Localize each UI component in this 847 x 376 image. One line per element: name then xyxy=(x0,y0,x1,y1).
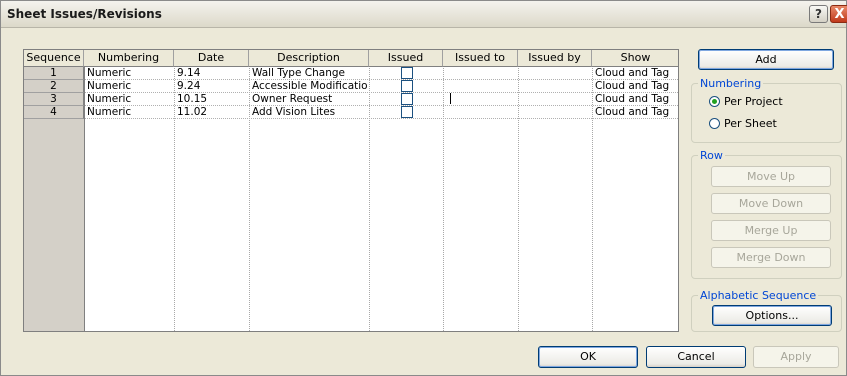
row-show[interactable]: Cloud and Tag xyxy=(595,93,678,105)
header-issued-to[interactable]: Issued to xyxy=(443,50,518,67)
row-issued-by[interactable] xyxy=(521,80,591,92)
header-date[interactable]: Date xyxy=(174,50,249,67)
move-down-button[interactable]: Move Down xyxy=(711,193,831,214)
ok-button[interactable]: OK xyxy=(538,346,638,368)
header-issued-by[interactable]: Issued by xyxy=(518,50,592,67)
add-button[interactable]: Add xyxy=(698,49,834,70)
apply-button[interactable]: Apply xyxy=(753,346,839,368)
add-button-label: Add xyxy=(755,53,777,66)
row-description[interactable]: Owner Request xyxy=(252,93,367,105)
row-sequence[interactable]: 3 xyxy=(24,93,84,106)
header-issued[interactable]: Issued xyxy=(369,50,443,67)
move-up-button[interactable]: Move Up xyxy=(711,166,831,187)
per-project-label: Per Project xyxy=(724,95,783,108)
numbering-legend: Numbering xyxy=(700,77,762,90)
issued-checkbox[interactable] xyxy=(401,80,413,92)
table-row[interactable]: 4 Numeric 11.02 Add Vision Lites Cloud a… xyxy=(24,106,678,119)
row-numbering[interactable]: Numeric xyxy=(87,106,173,118)
row-issued-to[interactable] xyxy=(446,93,516,105)
row-numbering[interactable]: Numeric xyxy=(87,80,173,92)
merge-up-button[interactable]: Merge Up xyxy=(711,220,831,241)
issued-checkbox[interactable] xyxy=(401,67,413,79)
row-description[interactable]: Wall Type Change xyxy=(252,67,367,79)
row-numbering[interactable]: Numeric xyxy=(87,67,173,79)
options-button[interactable]: Options... xyxy=(712,305,832,326)
row-issued-to[interactable] xyxy=(446,80,516,92)
header-numbering[interactable]: Numbering xyxy=(84,50,174,67)
row-date[interactable]: 10.15 xyxy=(177,93,247,105)
header-description[interactable]: Description xyxy=(249,50,369,67)
issued-checkbox[interactable] xyxy=(401,106,413,118)
row-sequence[interactable]: 2 xyxy=(24,80,84,93)
per-project-radio[interactable]: Per Project xyxy=(709,95,783,108)
row-show[interactable]: Cloud and Tag xyxy=(595,80,678,92)
per-sheet-radio[interactable]: Per Sheet xyxy=(709,117,777,130)
alphabetic-sequence-legend: Alphabetic Sequence xyxy=(700,289,817,302)
numbering-group: Numbering xyxy=(691,77,842,143)
radio-unselected-icon xyxy=(709,118,720,129)
row-date[interactable]: 9.24 xyxy=(177,80,247,92)
header-sequence[interactable]: Sequence xyxy=(24,50,84,67)
dialog-title: Sheet Issues/Revisions xyxy=(7,7,162,21)
table-row[interactable]: 2 Numeric 9.24 Accessible Modifications … xyxy=(24,80,678,93)
revisions-table[interactable]: Sequence Numbering Date Description Issu… xyxy=(23,49,679,332)
per-sheet-label: Per Sheet xyxy=(724,117,777,130)
row-sequence[interactable]: 4 xyxy=(24,106,84,119)
row-date[interactable]: 11.02 xyxy=(177,106,247,118)
close-button[interactable]: X xyxy=(830,5,847,23)
row-date[interactable]: 9.14 xyxy=(177,67,247,79)
row-legend: Row xyxy=(700,149,723,162)
header-show[interactable]: Show xyxy=(592,50,678,67)
row-show[interactable]: Cloud and Tag xyxy=(595,67,678,79)
sheet-issues-dialog: Sheet Issues/Revisions ? X Sequence Numb… xyxy=(0,0,847,376)
table-row[interactable]: 3 Numeric 10.15 Owner Request Cloud and … xyxy=(24,93,678,106)
table-row[interactable]: 1 Numeric 9.14 Wall Type Change Cloud an… xyxy=(24,67,678,80)
cancel-button[interactable]: Cancel xyxy=(646,346,746,368)
row-description[interactable]: Add Vision Lites xyxy=(252,106,367,118)
help-button[interactable]: ? xyxy=(809,5,828,23)
row-issued-to[interactable] xyxy=(446,106,516,118)
row-show[interactable]: Cloud and Tag xyxy=(595,106,678,118)
row-numbering[interactable]: Numeric xyxy=(87,93,173,105)
row-issued-by[interactable] xyxy=(521,67,591,79)
row-description[interactable]: Accessible Modifications xyxy=(252,80,367,92)
title-bar: Sheet Issues/Revisions ? X xyxy=(1,1,847,28)
row-issued-by[interactable] xyxy=(521,106,591,118)
row-sequence[interactable]: 1 xyxy=(24,67,84,80)
issued-checkbox[interactable] xyxy=(401,93,413,105)
row-issued-by[interactable] xyxy=(521,93,591,105)
row-issued-to[interactable] xyxy=(446,67,516,79)
radio-selected-icon xyxy=(709,96,720,107)
merge-down-button[interactable]: Merge Down xyxy=(711,247,831,268)
